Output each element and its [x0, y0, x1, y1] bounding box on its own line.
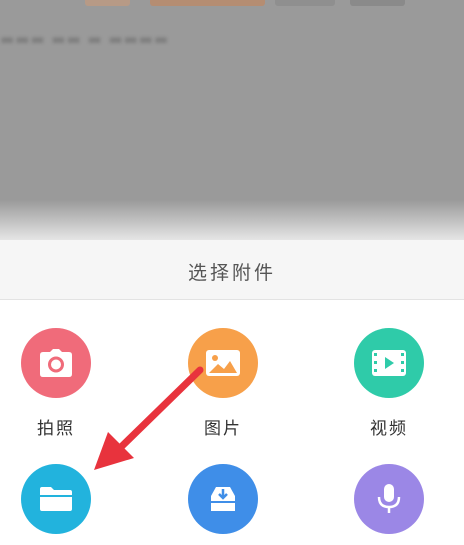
- sheet-title: 选择附件: [187, 262, 276, 284]
- sheet-header: 选择附件: [0, 240, 464, 300]
- camera-icon: [40, 349, 72, 377]
- screen: ▬▬▬ ▬▬ ▬ ▬▬▬▬ 选择附件 拍照 图片 视频: [0, 0, 464, 545]
- background-element: [275, 0, 335, 6]
- camera-button[interactable]: [21, 328, 91, 398]
- background-text: ▬▬▬ ▬▬ ▬ ▬▬▬▬: [0, 30, 170, 48]
- option-image[interactable]: 图片: [163, 328, 283, 439]
- video-icon: [372, 350, 406, 376]
- option-download[interactable]: [163, 464, 283, 534]
- option-video[interactable]: 视频: [329, 328, 449, 439]
- background-element: [350, 0, 405, 6]
- microphone-icon: [377, 484, 401, 513]
- file-button[interactable]: [21, 464, 91, 534]
- background-element: [85, 0, 130, 6]
- option-audio[interactable]: [329, 464, 449, 534]
- background-fade: [0, 200, 464, 242]
- option-label-video: 视频: [370, 419, 408, 439]
- option-label-image: 图片: [204, 419, 242, 439]
- option-file[interactable]: [0, 464, 116, 534]
- image-button[interactable]: [188, 328, 258, 398]
- option-label-camera: 拍照: [37, 419, 75, 439]
- download-icon: [211, 487, 235, 511]
- audio-button[interactable]: [354, 464, 424, 534]
- option-camera[interactable]: 拍照: [0, 328, 116, 439]
- video-button[interactable]: [354, 328, 424, 398]
- attachment-sheet: 选择附件 拍照 图片 视频: [0, 240, 464, 545]
- folder-icon: [40, 487, 72, 511]
- image-icon: [206, 350, 240, 376]
- background-element: [150, 0, 265, 6]
- download-button[interactable]: [188, 464, 258, 534]
